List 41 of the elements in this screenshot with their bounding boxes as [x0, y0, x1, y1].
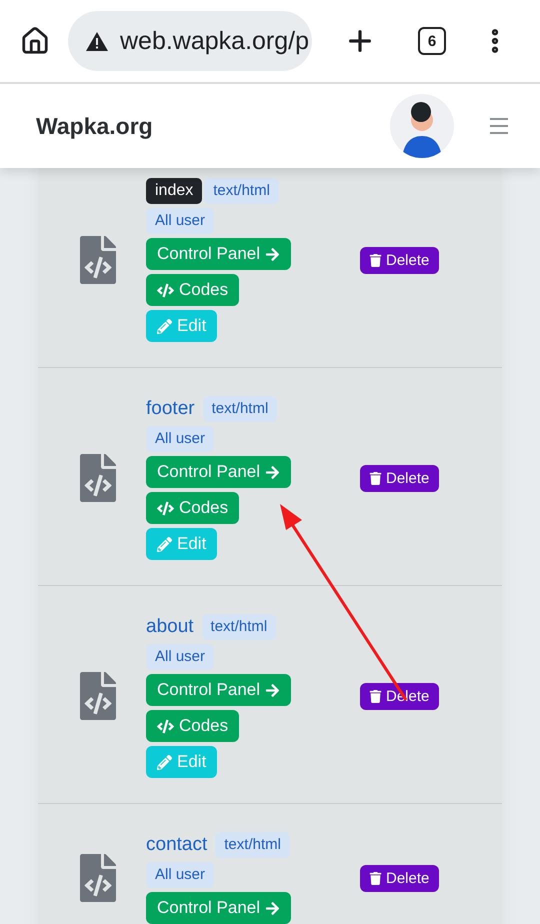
arrow-right-icon — [265, 464, 280, 480]
trash-icon — [369, 254, 382, 266]
code-icon — [157, 500, 174, 516]
trash-icon — [369, 872, 382, 884]
content-type-tag: text/html — [204, 178, 279, 204]
control-panel-button[interactable]: Control Panel — [146, 238, 292, 270]
delete-button[interactable]: Delete — [360, 864, 440, 892]
page-name-link[interactable]: about — [146, 616, 194, 638]
codes-button[interactable]: Codes — [146, 492, 240, 524]
site-logo[interactable]: Wapka.org — [36, 112, 153, 140]
access-tag: All user — [146, 208, 214, 234]
pencil-icon — [157, 318, 172, 334]
delete-button[interactable]: Delete — [360, 246, 440, 274]
page-name-badge: index — [146, 178, 202, 204]
arrow-right-icon — [265, 246, 280, 262]
code-icon — [157, 718, 174, 734]
pencil-icon — [157, 754, 172, 770]
tab-count-button[interactable]: 6 — [418, 27, 446, 55]
trash-icon — [369, 472, 382, 484]
trash-icon — [369, 690, 382, 702]
codes-button[interactable]: Codes — [146, 274, 240, 306]
address-bar[interactable]: web.wapka.org/p — [68, 11, 312, 71]
access-tag: All user — [146, 426, 214, 452]
content-type-tag: text/html — [202, 614, 276, 640]
warning-icon — [86, 32, 108, 50]
arrow-right-icon — [265, 900, 280, 916]
codes-button[interactable]: Codes — [146, 710, 240, 742]
control-panel-button[interactable]: Control Panel — [146, 674, 292, 706]
access-tag: All user — [146, 862, 214, 888]
content-type-tag: text/html — [202, 396, 278, 422]
content-type-tag: text/html — [215, 832, 290, 858]
arrow-right-icon — [265, 682, 280, 698]
control-panel-button[interactable]: Control Panel — [146, 892, 292, 924]
home-icon[interactable] — [20, 26, 50, 56]
pencil-icon — [157, 536, 172, 552]
access-tag: All user — [146, 644, 214, 670]
control-panel-button[interactable]: Control Panel — [146, 456, 292, 488]
page-name-link[interactable]: contact — [146, 834, 208, 856]
page-name-link[interactable]: footer — [146, 398, 195, 420]
code-icon — [157, 282, 174, 298]
delete-button[interactable]: Delete — [360, 464, 440, 492]
